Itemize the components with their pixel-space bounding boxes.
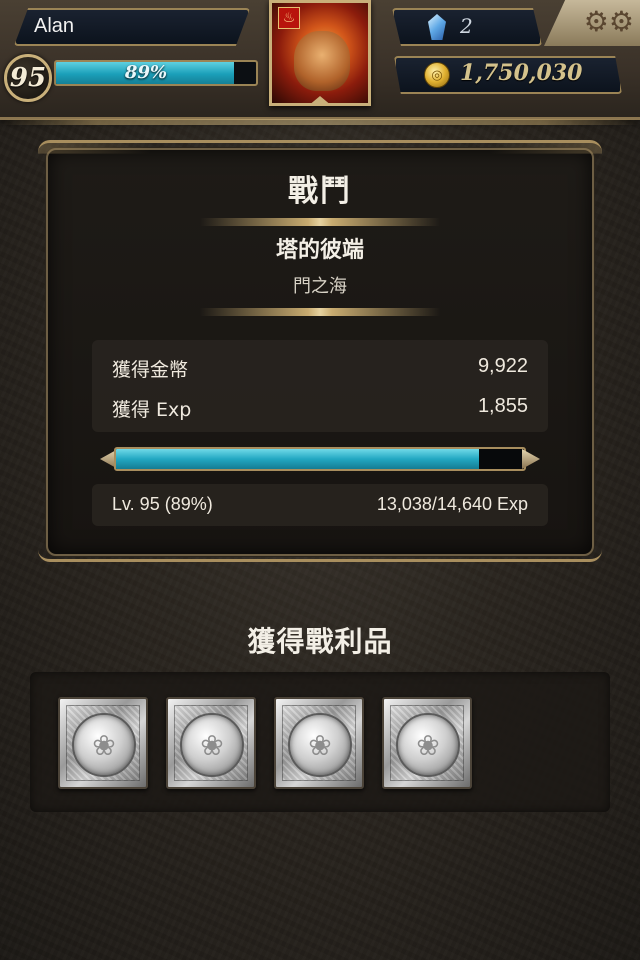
level-label: Lv. 95 (89%) — [112, 494, 213, 514]
loot-item-card[interactable]: ❀ — [382, 697, 472, 789]
stage-subtitle: 門之海 — [293, 276, 347, 297]
player-level-badge: 95 — [4, 54, 52, 102]
coin-count: 1,750,030 — [460, 60, 583, 86]
loot-title: 獲得戰利品 — [247, 625, 393, 658]
exp-earned-value: 1,855 — [477, 395, 528, 417]
silver-coin-icon: ❀ — [180, 713, 244, 777]
silver-coin-icon: ❀ — [288, 713, 352, 777]
avatar-portrait-image — [294, 31, 350, 91]
coins-earned-row: 獲得金幣 9,922 — [112, 355, 528, 385]
stage-name: 塔的彼端 — [275, 238, 364, 263]
loot-item-card[interactable]: ❀ — [58, 697, 148, 789]
level-progress-fill — [116, 449, 480, 469]
player-avatar[interactable]: ♨ — [269, 0, 371, 106]
loot-item-card[interactable]: ❀ — [274, 697, 364, 789]
level-progress-bar — [100, 444, 540, 474]
coins-earned-value: 9,922 — [477, 355, 528, 377]
gold-coin-icon: ◎ — [424, 62, 450, 88]
avatar-frame-notch — [308, 94, 332, 106]
level-progress-track — [114, 447, 526, 471]
divider-ornament-top — [200, 218, 440, 226]
gem-count: 2 — [460, 14, 473, 38]
exp-earned-label: 獲得 Exp — [112, 399, 192, 421]
exp-progress-label: 13,038/14,640 Exp — [376, 494, 528, 514]
panel-frame-bottom — [38, 538, 602, 562]
player-level: 95 — [9, 63, 47, 93]
player-exp-bar: 89% — [54, 60, 258, 86]
bar-cap-right — [522, 449, 540, 469]
gear-icon[interactable]: ⚙⚙ — [574, 4, 634, 42]
loot-item-card[interactable]: ❀ — [166, 697, 256, 789]
coins-earned-label: 獲得金幣 — [112, 359, 189, 381]
silver-coin-icon: ❀ — [396, 713, 460, 777]
fire-element-icon: ♨ — [278, 7, 300, 29]
panel-title: 戰鬥 — [288, 174, 352, 209]
player-name: Alan — [34, 15, 75, 37]
silver-coin-icon: ❀ — [72, 713, 136, 777]
exp-earned-row: 獲得 Exp 1,855 — [112, 395, 528, 425]
divider-ornament-bottom — [200, 308, 440, 316]
player-exp-percent: 89% — [124, 62, 168, 83]
